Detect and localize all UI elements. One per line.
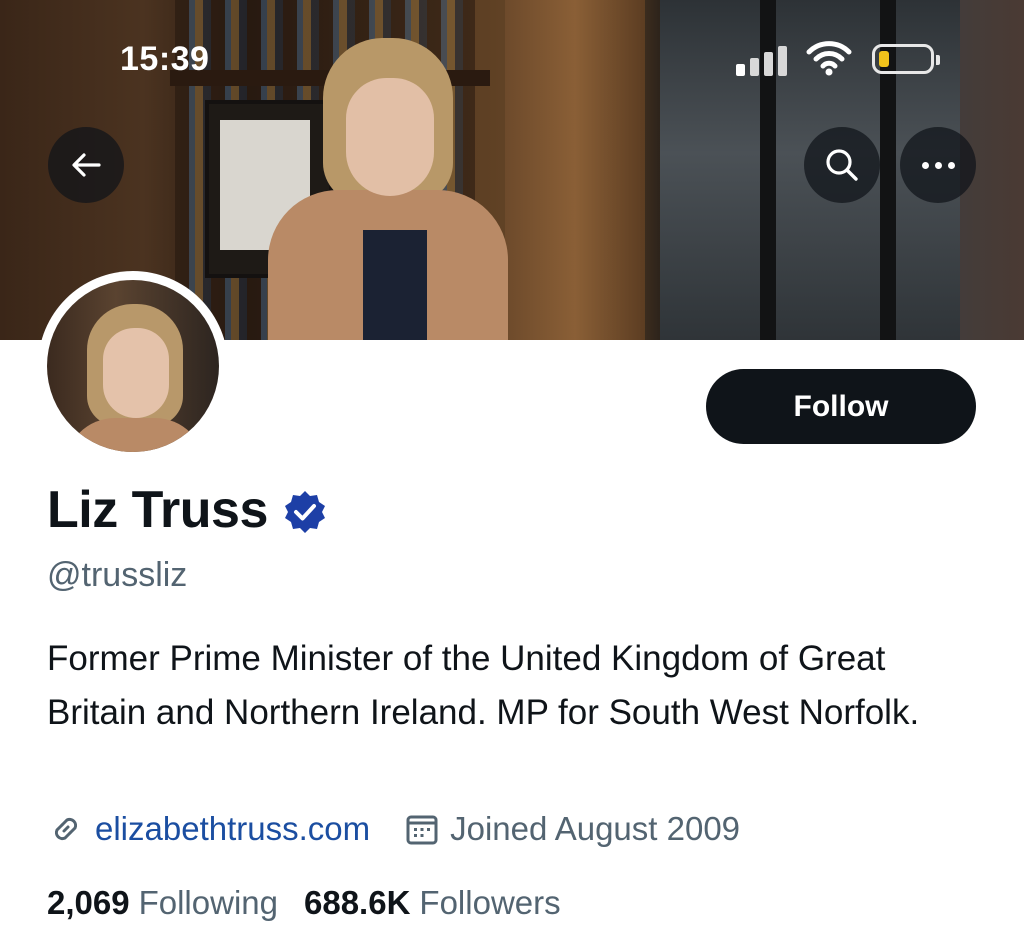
calendar-icon	[406, 815, 438, 845]
battery-level	[879, 51, 889, 67]
follow-button[interactable]: Follow	[706, 369, 976, 444]
profile-handle: @trussliz	[47, 556, 188, 594]
more-horizontal-icon	[921, 161, 955, 169]
profile-stats: 2,069 Following 688.6K Followers	[47, 884, 561, 922]
cellular-signal-icon	[736, 44, 788, 76]
search-icon	[826, 149, 858, 181]
profile-name-row: Liz Truss	[47, 480, 328, 540]
website-link[interactable]: elizabethtruss.com	[47, 810, 370, 848]
avatar-photo	[47, 280, 219, 452]
followers-label[interactable]: Followers	[419, 884, 560, 922]
back-button[interactable]	[48, 127, 124, 203]
profile-meta: elizabethtruss.com Joined August 2009	[47, 810, 740, 848]
status-time: 15:39	[120, 40, 210, 78]
link-icon	[54, 817, 78, 841]
battery-icon	[872, 44, 940, 74]
wifi-icon	[806, 41, 852, 76]
website-link-text[interactable]: elizabethtruss.com	[95, 810, 370, 848]
banner-wood-panel	[505, 0, 645, 340]
banner-portrait-top	[363, 230, 427, 340]
verified-badge-icon[interactable]	[282, 489, 328, 535]
display-name: Liz Truss	[47, 481, 268, 539]
banner-portrait-face	[346, 78, 434, 196]
following-count[interactable]: 2,069	[47, 884, 130, 922]
joined-text: Joined August 2009	[450, 810, 741, 847]
joined-date: Joined August 2009	[404, 810, 740, 848]
arrow-left-icon	[72, 153, 101, 177]
following-label[interactable]: Following	[139, 884, 278, 922]
followers-count[interactable]: 688.6K	[304, 884, 410, 922]
search-button[interactable]	[804, 127, 880, 203]
more-options-button[interactable]	[900, 127, 976, 203]
banner-portrait	[268, 30, 508, 340]
profile-avatar[interactable]	[38, 271, 228, 461]
profile-bio: Former Prime Minister of the United King…	[47, 639, 920, 732]
